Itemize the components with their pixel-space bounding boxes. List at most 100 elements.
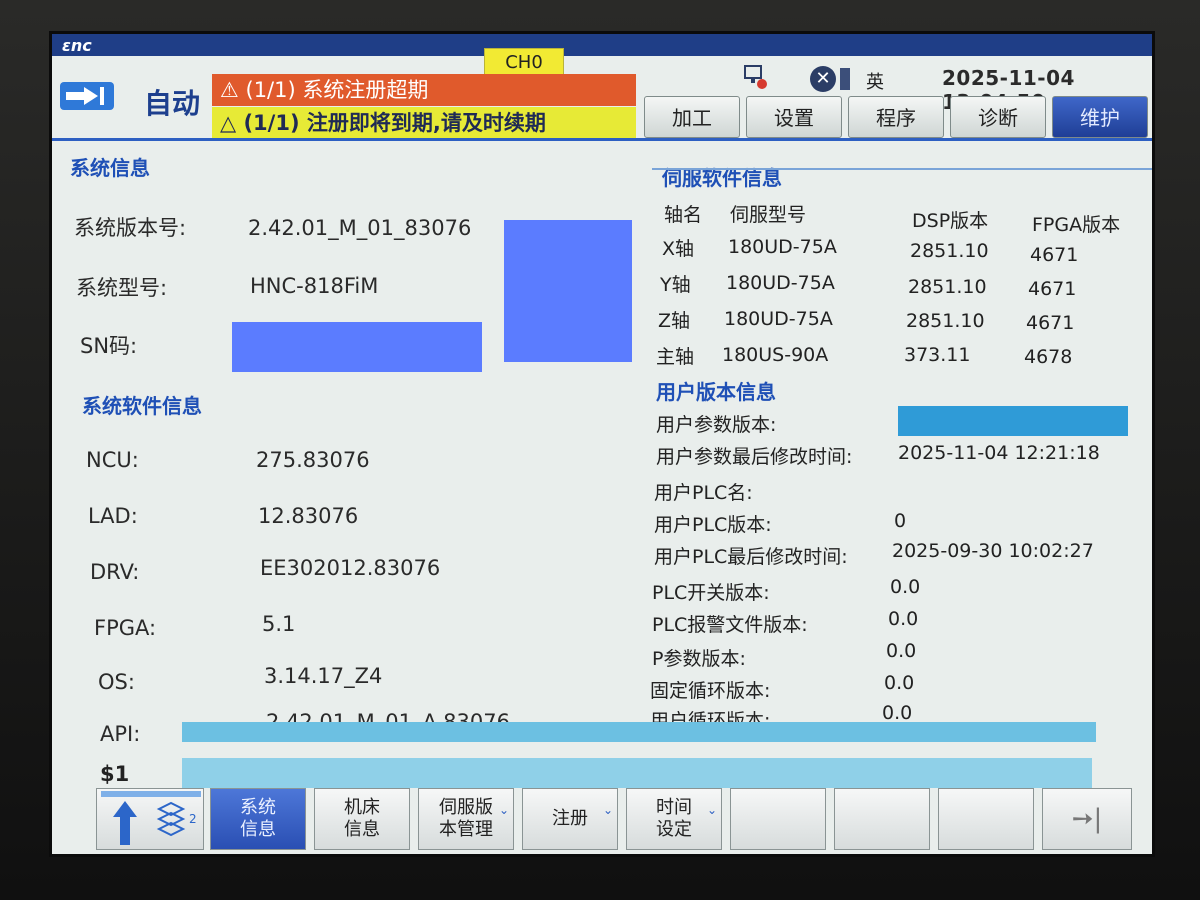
servo-axis: 主轴: [656, 346, 695, 368]
software-row-label: API:: [100, 722, 141, 746]
chevron-down-icon: ⌄: [498, 803, 509, 817]
sn-label: SN码:: [80, 334, 138, 358]
layer-count: 2: [189, 812, 197, 826]
network-error-icon: [744, 65, 767, 89]
user-version-label: 用户PLC最后修改时间:: [654, 546, 848, 568]
user-version-value: 2025-09-30 10:02:27: [892, 540, 1094, 562]
servo-dsp: 2851.10: [906, 310, 985, 332]
top-bar: ɛnc CH0 ✕ 英 2025-11-04 13:04:50 自动 ⚠ (1/…: [52, 34, 1152, 140]
servo-header-model: 伺服型号: [730, 204, 807, 226]
main-tabs: 加工 设置 程序 诊断 维护: [644, 96, 1152, 140]
software-row-label: LAD:: [88, 504, 138, 528]
system-model-label: 系统型号:: [76, 276, 168, 300]
user-param-version-redaction: [898, 406, 1128, 436]
command-row: $1: [52, 758, 1152, 792]
user-version-value: 0.0: [884, 672, 915, 694]
tab-machining[interactable]: 加工: [644, 96, 740, 138]
status-area: ✕ 英 2025-11-04 13:04:50: [742, 62, 1152, 114]
servo-dsp: 373.11: [904, 344, 971, 366]
softkey-time-setting[interactable]: 时间 设定 ⌄: [626, 788, 722, 850]
sn-redaction: [232, 322, 482, 372]
next-page-icon: ➙|: [1071, 804, 1103, 834]
user-version-label: PLC开关版本:: [652, 582, 770, 604]
servo-divider: [652, 168, 1152, 170]
system-model-value: HNC-818FiM: [250, 274, 379, 298]
alarm-error-banner[interactable]: ⚠ (1/1) 系统注册超期: [212, 74, 636, 106]
software-row-value: EE302012.83076: [260, 556, 441, 580]
system-version-label: 系统版本号:: [74, 216, 187, 240]
user-version-value: 0.0: [890, 576, 921, 598]
software-row-label: OS:: [98, 670, 135, 694]
softkey-empty[interactable]: [730, 788, 826, 850]
svg-text:ɛnc: ɛnc: [62, 36, 92, 55]
servo-axis: Z轴: [658, 310, 691, 332]
user-version-value: 0: [894, 510, 907, 532]
softkey-next[interactable]: ➙|: [1042, 788, 1132, 850]
tab-maintenance[interactable]: 维护: [1052, 96, 1148, 138]
servo-model: 180UD-75A: [724, 308, 833, 330]
user-version-value: 0.0: [886, 640, 917, 662]
qr-redaction: [504, 220, 632, 362]
tab-program[interactable]: 程序: [848, 96, 944, 138]
softkey-empty[interactable]: [938, 788, 1034, 850]
user-version-label: 固定循环版本:: [650, 680, 771, 702]
user-version-value: 0.0: [888, 608, 919, 630]
servo-fpga: 4671: [1028, 278, 1077, 300]
user-version-label: 用户参数版本:: [656, 414, 777, 436]
softkey-time-setting-label: 时间 设定: [656, 797, 692, 840]
software-row-label: DRV:: [90, 560, 140, 584]
softkey-system-info[interactable]: 系统 信息: [210, 788, 306, 850]
input-language[interactable]: 英: [866, 68, 884, 94]
level-up-arrow-icon: 2: [101, 791, 201, 845]
servo-fpga: 4671: [1026, 312, 1075, 334]
softkey-servo-version[interactable]: 伺服版 本管理 ⌄: [418, 788, 514, 850]
alarm-warning-banner[interactable]: △ (1/1) 注册即将到期,请及时续期: [212, 107, 636, 139]
user-version-title: 用户版本信息: [656, 380, 776, 404]
info-bottom-bar: [182, 722, 1096, 742]
brand-strip: ɛnc: [52, 34, 1152, 56]
softkey-machine-info[interactable]: 机床 信息: [314, 788, 410, 850]
operation-mode: 自动: [144, 87, 201, 120]
servo-model: 180UD-75A: [726, 272, 835, 294]
softkey-level-up[interactable]: 2: [96, 788, 204, 850]
servo-axis: Y轴: [660, 274, 691, 296]
servo-fpga: 4678: [1024, 346, 1073, 368]
mode-arrow-icon: [60, 82, 114, 110]
channel-prefix: $1: [100, 762, 130, 786]
software-row-value: 12.83076: [258, 504, 359, 528]
servo-model: 180US-90A: [722, 344, 829, 366]
user-version-value: 2025-11-04 12:21:18: [898, 442, 1100, 464]
close-icon[interactable]: ✕: [810, 66, 836, 92]
softkey-register[interactable]: 注册 ⌄: [522, 788, 618, 850]
software-row-value: 3.14.17_Z4: [264, 664, 383, 688]
software-row-label: FPGA:: [94, 616, 157, 640]
user-version-value: 0.0: [882, 702, 913, 724]
servo-header-fpga: FPGA版本: [1032, 214, 1121, 236]
hnc-logo: ɛnc: [62, 36, 92, 55]
system-info-title: 系统信息: [70, 156, 150, 180]
keyboard-icon[interactable]: [840, 68, 850, 90]
user-version-label: 用户PLC版本:: [654, 514, 772, 536]
servo-model: 180UD-75A: [728, 236, 837, 258]
softkey-register-label: 注册: [552, 808, 588, 829]
servo-dsp: 2851.10: [910, 240, 989, 262]
servo-dsp: 2851.10: [908, 276, 987, 298]
command-input[interactable]: [182, 758, 1092, 788]
tab-diagnosis[interactable]: 诊断: [950, 96, 1046, 138]
softkey-servo-version-label: 伺服版 本管理: [439, 797, 493, 840]
software-info-title: 系统软件信息: [82, 394, 202, 418]
user-version-label: 用户PLC名:: [654, 482, 753, 504]
softkey-empty[interactable]: [834, 788, 930, 850]
chevron-down-icon: ⌄: [602, 803, 613, 817]
servo-header-dsp: DSP版本: [912, 210, 989, 232]
tab-settings[interactable]: 设置: [746, 96, 842, 138]
software-row-label: NCU:: [86, 448, 139, 472]
software-row-value: 5.1: [262, 612, 296, 636]
software-row-value: 275.83076: [256, 448, 370, 472]
user-version-label: 用户参数最后修改时间:: [656, 446, 853, 468]
header-divider: [52, 138, 1152, 141]
servo-axis: X轴: [662, 238, 695, 260]
cnc-screen: ɛnc CH0 ✕ 英 2025-11-04 13:04:50 自动 ⚠ (1/…: [52, 34, 1152, 854]
system-version-value: 2.42.01_M_01_83076: [248, 216, 472, 240]
servo-header-axis: 轴名: [664, 204, 703, 226]
